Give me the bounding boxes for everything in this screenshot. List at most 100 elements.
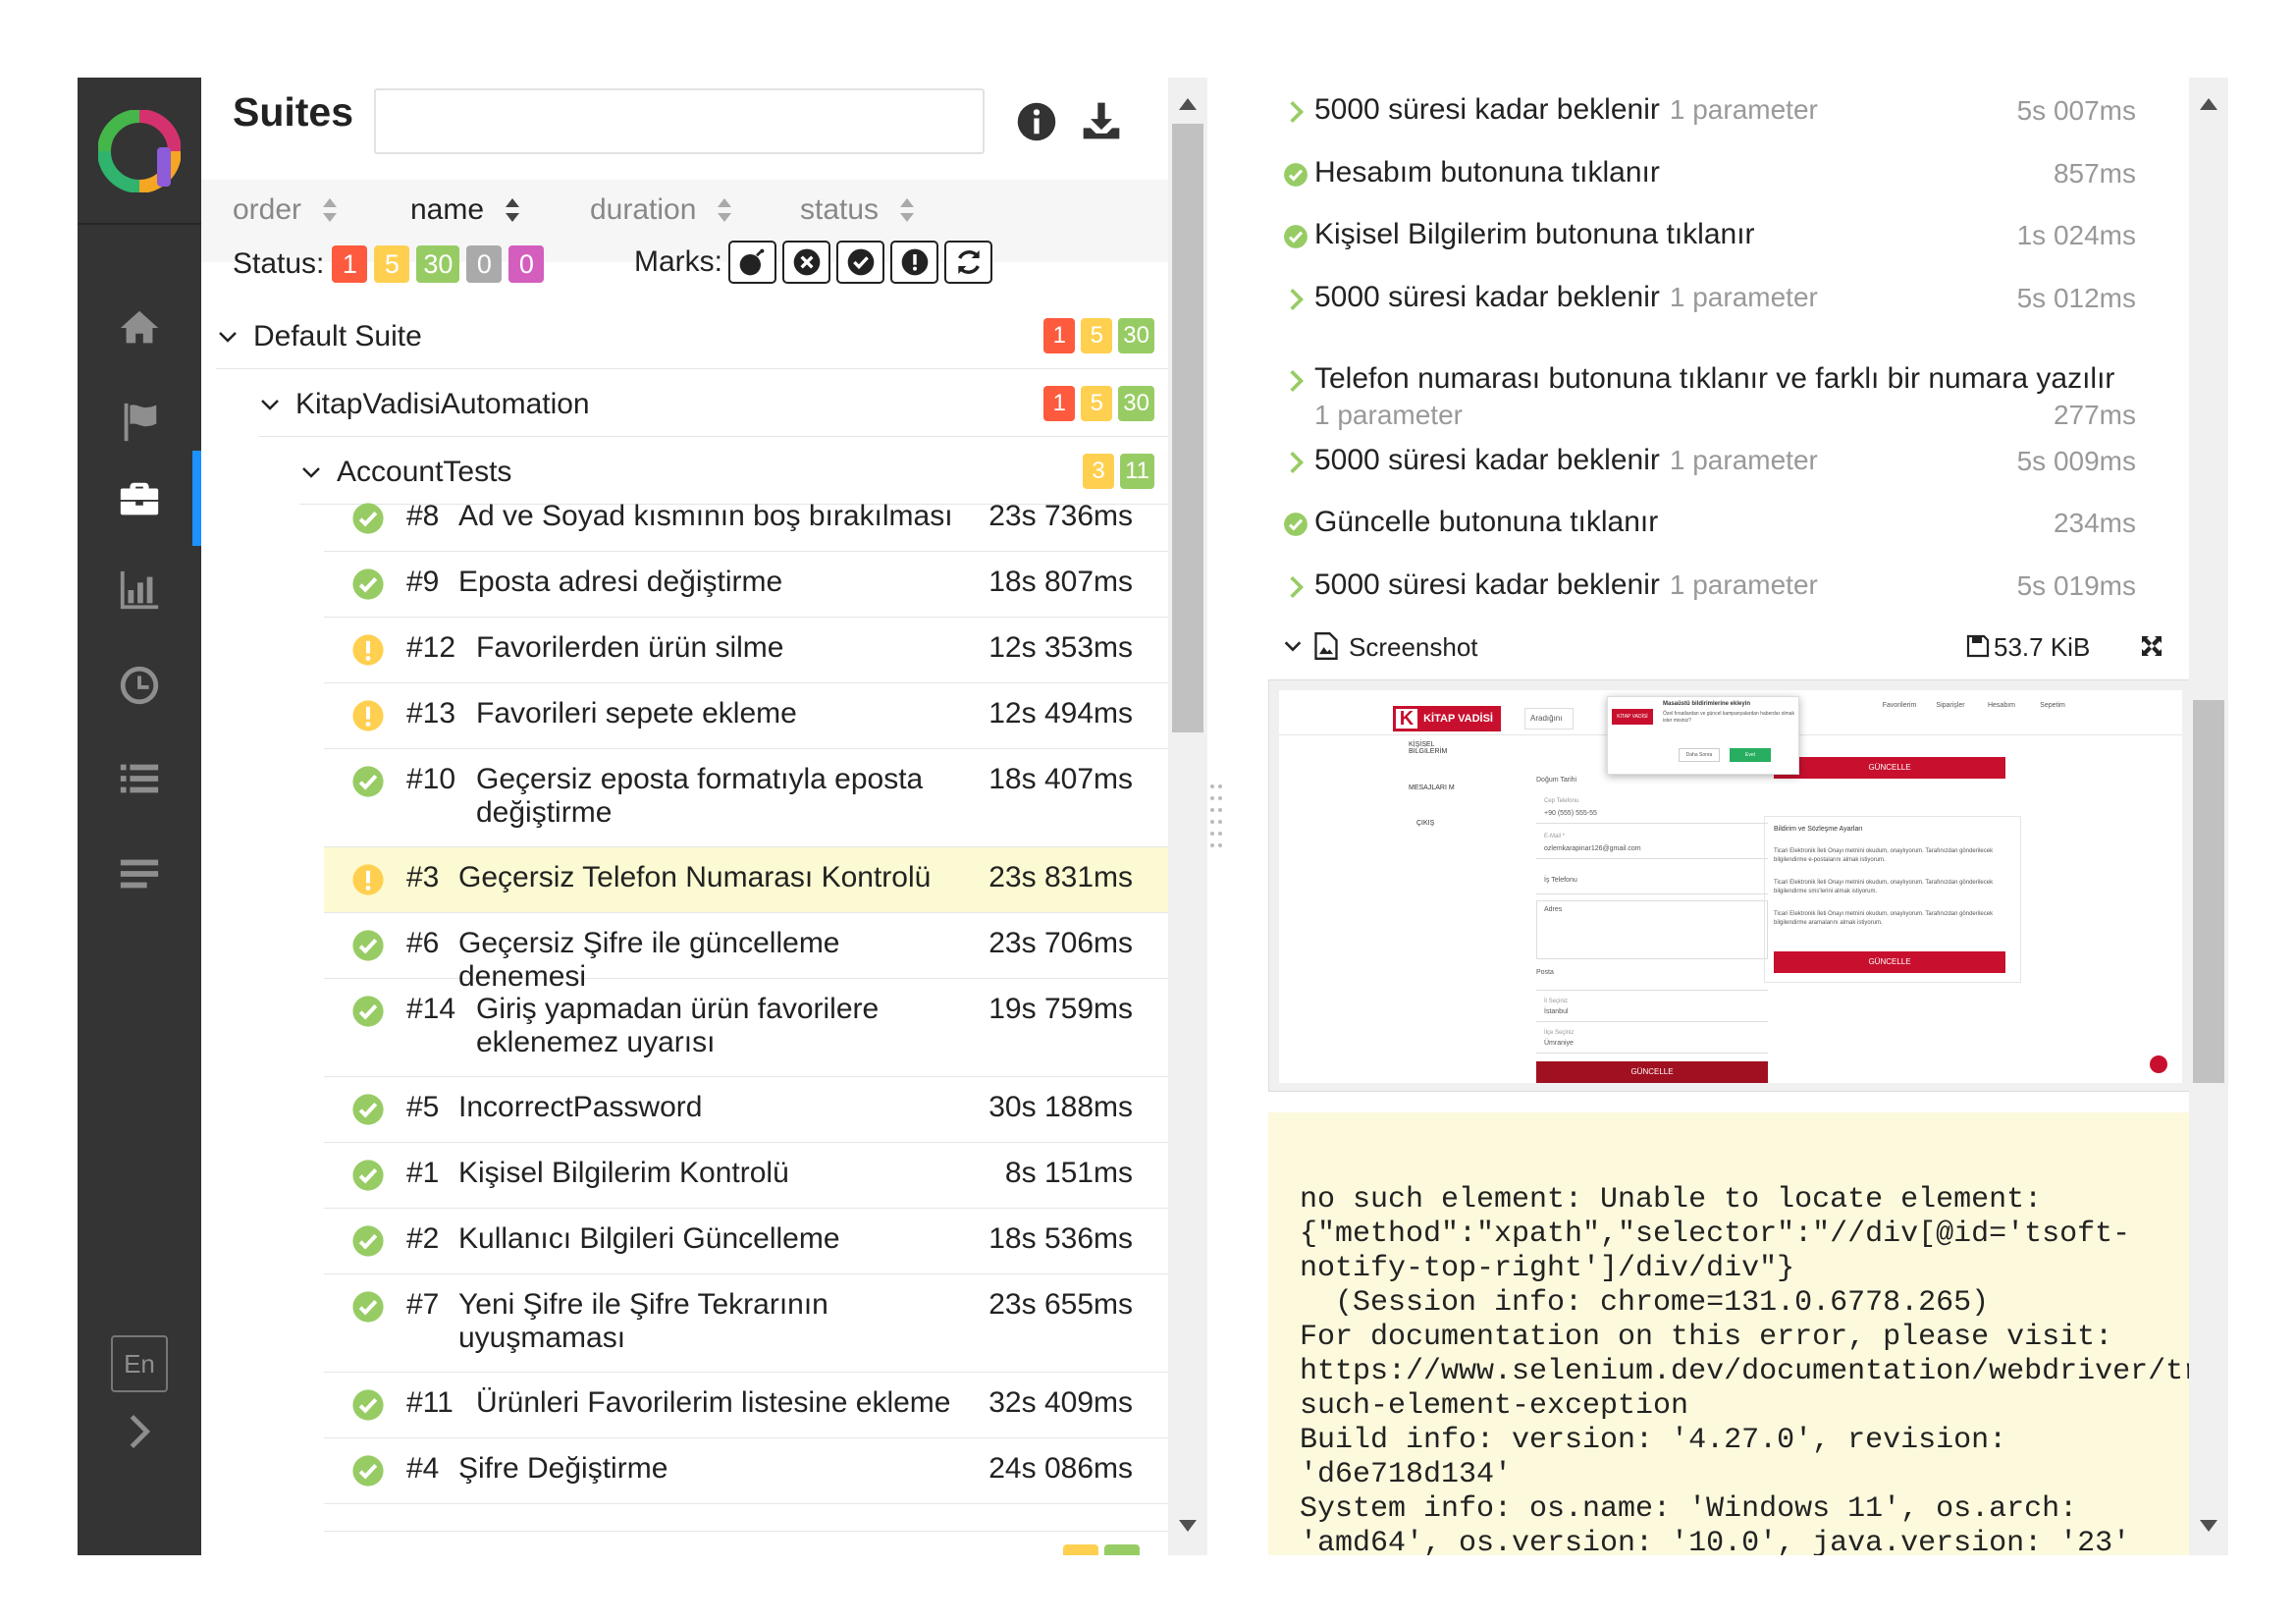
status-passed-toggle[interactable]: 30 xyxy=(416,245,460,283)
test-row[interactable]: #10 Geçersiz eposta formatıyla eposta değ… xyxy=(324,749,1168,847)
sort-duration-label: duration xyxy=(590,193,697,226)
chevron-right-icon xyxy=(1290,100,1305,124)
nav-behaviors[interactable] xyxy=(115,755,164,804)
test-row[interactable]: #7 Yeni Şifre ile Şifre Tekrarının uyuşma… xyxy=(324,1274,1168,1373)
status-broken-toggle[interactable]: 5 xyxy=(374,245,410,283)
step-row[interactable]: 5000 süresi kadar beklenir 1 parameter 5s … xyxy=(1227,281,2169,328)
test-row[interactable]: #11 Ürünleri Favorilerim listesine ekleme… xyxy=(324,1373,1168,1438)
count-passed-badge xyxy=(1104,1544,1140,1555)
status-failed-toggle[interactable]: 1 xyxy=(332,245,368,283)
details-scroll-thumb[interactable] xyxy=(2193,700,2224,1083)
chevron-right-icon[interactable] xyxy=(117,1409,162,1454)
tree-group-label: KitapVadisiAutomation xyxy=(295,387,590,420)
test-number: #9 xyxy=(406,566,440,598)
status-skipped-toggle[interactable]: 0 xyxy=(466,245,503,283)
test-name: Ad ve Soyad kısmının boş bırakılması xyxy=(458,500,953,532)
mark-new-passed-button[interactable] xyxy=(836,241,884,284)
suites-scrollbar[interactable] xyxy=(1168,78,1207,1555)
step-row[interactable]: Telefon numarası butonuna tıklanır ve fa… xyxy=(1227,362,2169,437)
sort-status[interactable]: status xyxy=(800,193,916,227)
sort-name[interactable]: name xyxy=(410,193,521,227)
chevron-down-icon xyxy=(302,466,320,478)
test-name: Giriş yapmadan ürün favorilere eklenemez… xyxy=(476,993,880,1058)
test-row[interactable]: #3 Geçersiz Telefon Numarası Kontrolü 23s … xyxy=(324,847,1168,913)
step-duration: 5s 009ms xyxy=(2016,446,2136,476)
screenshot-popup-text: Özel fırsatlardan ve güncel kampanyalard… xyxy=(1663,711,1794,724)
step-row[interactable]: 5000 süresi kadar beklenir 1 parameter 5s … xyxy=(1227,444,2169,491)
nav-timeline[interactable] xyxy=(115,661,164,710)
screenshot-settings-title: Bildirim ve Sözleşme Ayarları xyxy=(1774,826,1863,833)
test-name: Şifre Değiştirme xyxy=(458,1452,668,1485)
test-duration: 30s 188ms xyxy=(988,1091,1133,1123)
mark-new-failed-button[interactable] xyxy=(782,241,830,284)
nav-categories[interactable] xyxy=(115,398,164,447)
attachment-row[interactable]: Screenshot 53.7 KiB xyxy=(1227,627,2169,667)
check-circle-icon xyxy=(352,1160,384,1191)
screenshot-field-label: İlçe Seçiniz xyxy=(1544,1030,1575,1036)
sort-order[interactable]: order xyxy=(233,193,339,227)
test-number: #2 xyxy=(406,1222,440,1255)
language-switch[interactable]: En xyxy=(111,1335,168,1392)
test-row[interactable]: #1 Kişisel Bilgilerim Kontrolü 8s 151ms xyxy=(324,1143,1168,1209)
sort-name-label: name xyxy=(410,193,485,226)
nav-suites[interactable] xyxy=(115,475,164,524)
step-row[interactable]: Güncelle butonuna tıklanır 234ms xyxy=(1227,506,2169,553)
allure-logo[interactable] xyxy=(98,110,181,192)
test-row[interactable]: #14 Giriş yapmadan ürün favorilere eklene… xyxy=(324,979,1168,1077)
step-row[interactable]: 5000 süresi kadar beklenir 1 parameter 5s … xyxy=(1227,93,2169,140)
step-row[interactable]: Kişisel Bilgilerim butonuna tıklanır 1s 0… xyxy=(1227,218,2169,265)
scroll-down-icon[interactable] xyxy=(1178,1519,1198,1533)
exclamation-circle-icon xyxy=(352,700,384,731)
test-row[interactable]: #6 Geçersiz Şifre ile güncelleme denemesi… xyxy=(324,913,1168,993)
screenshot-popup-logo: KİTAP VADİSİ xyxy=(1612,709,1653,725)
test-name: Kullanıcı Bilgileri Güncelleme xyxy=(458,1222,840,1255)
nav-overview[interactable] xyxy=(115,303,164,352)
test-row[interactable]: #9 Eposta adresi değiştirme 18s 807ms xyxy=(324,552,1168,618)
test-row[interactable]: #2 Kullanıcı Bilgileri Güncelleme 18s 536m… xyxy=(324,1209,1168,1274)
tree-group-default-suite[interactable]: Default Suite 1 5 30 xyxy=(216,304,1168,369)
sort-arrows-icon xyxy=(718,198,732,222)
test-row[interactable]: #12 Favorilerden ürün silme 12s 353ms xyxy=(324,618,1168,683)
error-message: no such element: Unable to locate elemen… xyxy=(1300,1183,2189,1555)
sort-duration[interactable]: duration xyxy=(590,193,733,227)
count-passed-badge: 11 xyxy=(1120,454,1154,489)
nav-packages[interactable] xyxy=(115,850,164,899)
mark-retries-button[interactable] xyxy=(944,241,992,284)
check-circle-icon xyxy=(847,248,874,276)
step-row[interactable]: Hesabım butonuna tıklanır 857ms xyxy=(1227,156,2169,203)
test-row[interactable]: #13 Favorileri sepete ekleme 12s 494ms xyxy=(324,683,1168,749)
step-row[interactable]: 5000 süresi kadar beklenir 1 parameter 5s … xyxy=(1227,568,2169,616)
test-name: Favorilerden ürün silme xyxy=(476,631,784,664)
scroll-up-icon[interactable] xyxy=(2199,97,2218,111)
download-icon[interactable] xyxy=(1080,99,1123,142)
nav-graphs[interactable] xyxy=(115,566,164,615)
bar-chart-icon xyxy=(120,570,159,610)
step-name: Kişisel Bilgilerim butonuna tıklanır xyxy=(1314,218,1755,250)
exclamation-circle-icon xyxy=(352,634,384,666)
info-icon[interactable] xyxy=(1016,101,1057,142)
sort-arrows-icon xyxy=(900,198,915,222)
mark-flaky-button[interactable] xyxy=(728,241,776,284)
expand-icon[interactable] xyxy=(2140,634,2163,658)
error-message-box: no such element: Unable to locate elemen… xyxy=(1268,1112,2189,1555)
test-number: #6 xyxy=(406,927,440,959)
check-circle-icon xyxy=(352,1291,384,1323)
test-name: Yeni Şifre ile Şifre Tekrarının uyuşmama… xyxy=(458,1288,828,1354)
test-row[interactable]: #5 IncorrectPassword 30s 188ms xyxy=(324,1077,1168,1143)
mark-new-broken-button[interactable] xyxy=(890,241,938,284)
test-row[interactable]: #8 Ad ve Soyad kısmının boş bırakılması 23… xyxy=(324,486,1168,552)
tree-group-badges: 1 5 30 xyxy=(1038,386,1154,421)
screenshot-image[interactable]: KİTAP VADİSİ K Aradığını KİŞİSEL BİLGİLE… xyxy=(1268,679,2189,1092)
screenshot-menu-item: ÇIKIŞ xyxy=(1416,820,1435,827)
scroll-up-icon[interactable] xyxy=(1178,97,1198,111)
details-scrollbar[interactable] xyxy=(2189,78,2228,1555)
scroll-down-icon[interactable] xyxy=(2199,1519,2218,1533)
status-unknown-toggle[interactable]: 0 xyxy=(508,245,545,283)
test-row[interactable]: #4 Şifre Değiştirme 24s 086ms xyxy=(324,1438,1168,1504)
pane-resize-handle[interactable] xyxy=(1209,781,1223,851)
suites-scroll-thumb[interactable] xyxy=(1172,124,1203,732)
count-passed-badge: 30 xyxy=(1118,386,1154,421)
step-name: Hesabım butonuna tıklanır xyxy=(1314,156,1660,189)
tree-group-package[interactable]: KitapVadisiAutomation 1 5 30 xyxy=(258,372,1168,437)
search-input[interactable] xyxy=(374,88,985,154)
